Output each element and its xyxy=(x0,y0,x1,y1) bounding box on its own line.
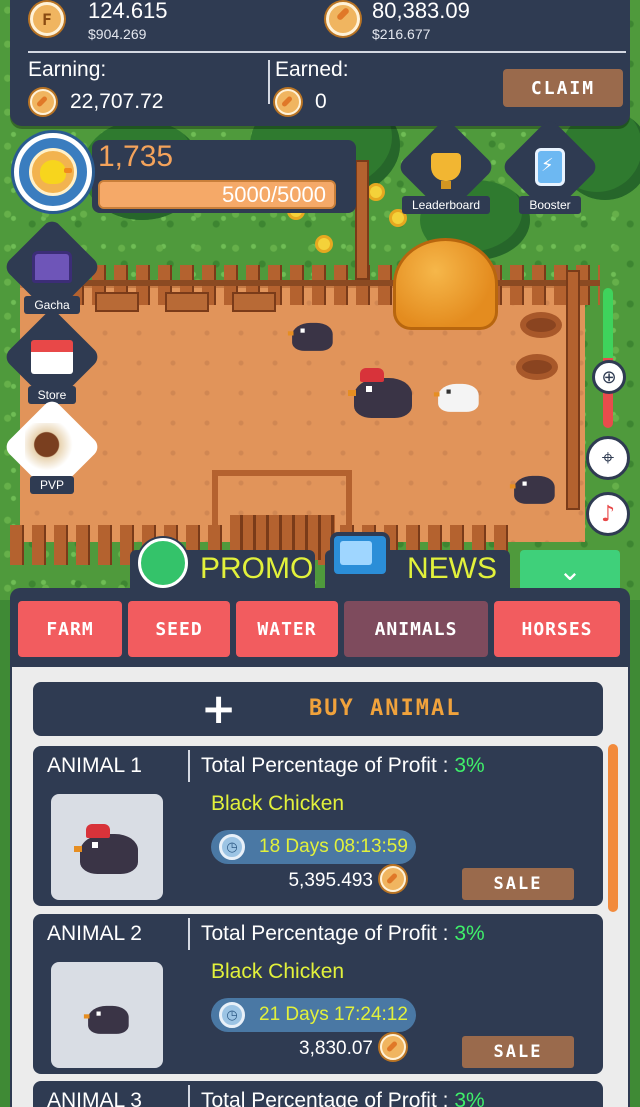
flower xyxy=(318,238,330,250)
animal-card: ANIMAL 3 Total Percentage of Profit : 3% xyxy=(33,1081,603,1107)
profit-percentage: Total Percentage of Profit : 3% xyxy=(201,922,485,945)
zoom-slider[interactable] xyxy=(603,288,613,428)
flower xyxy=(370,186,382,198)
carrot-coin-icon xyxy=(326,2,360,36)
earning-value: 22,707.72 xyxy=(70,90,164,113)
leaderboard-label: Leaderboard xyxy=(401,196,491,214)
zoom-icon[interactable]: ⊕ xyxy=(592,360,626,394)
tire xyxy=(516,354,558,380)
carrot-usd-value: $216.677 xyxy=(372,26,431,42)
booster-potion-icon xyxy=(535,148,565,186)
earning-label: Earning: xyxy=(28,58,107,81)
promo-label: PROMO xyxy=(200,552,314,585)
fence-rail xyxy=(70,280,600,286)
haystack xyxy=(393,238,498,330)
growth-timer: ◷ 18 Days 08:13:59 xyxy=(211,830,416,864)
growth-timer: ◷ 21 Days 17:24:12 xyxy=(211,998,416,1032)
tab-animals[interactable]: ANIMALS xyxy=(344,601,488,657)
black-chicken-icon xyxy=(74,820,140,874)
animal-card: ANIMAL 1 Total Percentage of Profit : 3%… xyxy=(33,746,603,906)
divider xyxy=(188,1085,190,1107)
leaderboard-button[interactable]: Leaderboard xyxy=(396,117,496,217)
black-chick-sprite[interactable] xyxy=(278,305,344,359)
profit-percentage: Total Percentage of Profit : 3% xyxy=(201,754,485,777)
animal-image xyxy=(51,794,163,900)
buy-animal-label: BUY ANIMAL xyxy=(309,696,462,721)
collapse-panel-button[interactable]: ⌄ xyxy=(520,550,620,590)
animal-title: ANIMAL 2 xyxy=(47,922,142,945)
pvp-button[interactable]: PVP xyxy=(2,397,102,497)
black-chick-icon xyxy=(83,996,130,1034)
plus-icon: + xyxy=(201,684,239,733)
animal-title: ANIMAL 1 xyxy=(47,754,142,777)
animal-price: 5,395.493 xyxy=(288,870,373,891)
news-label: NEWS xyxy=(407,552,497,585)
earned-value: 0 xyxy=(315,90,327,113)
booster-label: Booster xyxy=(519,196,581,214)
black-chick-sprite[interactable] xyxy=(500,458,566,512)
currency-panel: F 124.615 $904.269 80,383.09 $216.677 Ea… xyxy=(10,0,630,126)
sale-button[interactable]: SALE xyxy=(462,868,574,900)
animal-card: ANIMAL 2 Total Percentage of Profit : 3%… xyxy=(33,914,603,1074)
treasure-chest-icon xyxy=(32,251,72,283)
carrot-coin-icon xyxy=(380,1034,406,1060)
tab-seed[interactable]: SEED xyxy=(128,601,230,657)
divider xyxy=(268,60,270,104)
shop-icon xyxy=(31,340,73,374)
claim-button[interactable]: CLAIM xyxy=(503,69,623,107)
alarm-clock-icon: ◷ xyxy=(219,1002,245,1028)
sale-button[interactable]: SALE xyxy=(462,1036,574,1068)
duck-icon xyxy=(29,148,77,196)
player-avatar[interactable] xyxy=(14,133,92,211)
animal-price: 3,830.07 xyxy=(299,1038,373,1059)
flower xyxy=(392,212,404,224)
tab-farm[interactable]: FARM xyxy=(18,601,122,657)
signboard xyxy=(95,292,139,312)
profit-percentage: Total Percentage of Profit : 3% xyxy=(201,1089,485,1107)
animal-name: Black Chicken xyxy=(211,792,345,815)
store-button[interactable]: Store xyxy=(2,307,102,407)
carrot-coin-icon xyxy=(30,89,56,115)
white-chick-sprite[interactable] xyxy=(424,366,490,420)
token-balance: 124.615 xyxy=(88,0,168,23)
music-note-icon[interactable]: ♪ xyxy=(586,492,630,536)
xp-text: 5000/5000 xyxy=(222,182,326,207)
black-chicken-sprite[interactable] xyxy=(348,364,414,418)
player-level: 1,735 xyxy=(98,140,174,173)
trophy-icon xyxy=(431,153,461,181)
xp-progress-bar: 5000/5000 xyxy=(98,180,336,209)
fence-post xyxy=(355,160,369,280)
animal-image xyxy=(51,962,163,1068)
animal-title: ANIMAL 3 xyxy=(47,1089,142,1107)
pvp-label: PVP xyxy=(29,476,74,494)
tire xyxy=(520,312,562,338)
token-coin-icon: F xyxy=(30,2,64,36)
earned-label: Earned: xyxy=(275,58,349,81)
fence-post xyxy=(566,270,580,510)
tab-water[interactable]: WATER xyxy=(236,601,338,657)
divider xyxy=(188,750,190,782)
signboard xyxy=(165,292,209,312)
buy-animal-button[interactable]: + BUY ANIMAL xyxy=(33,682,603,736)
animal-name: Black Chicken xyxy=(211,960,345,983)
token-usd-value: $904.269 xyxy=(88,26,147,42)
tab-horses[interactable]: HORSES xyxy=(494,601,620,657)
divider xyxy=(28,51,626,53)
booster-button[interactable]: Booster xyxy=(500,117,600,217)
crosshair-icon[interactable]: ⌖ xyxy=(586,436,630,480)
tv-icon xyxy=(330,532,390,578)
alarm-clock-icon: ◷ xyxy=(219,834,245,860)
promo-horse-icon xyxy=(138,538,188,588)
chevron-down-icon: ⌄ xyxy=(558,553,582,587)
carrot-balance: 80,383.09 xyxy=(372,0,470,23)
carrot-coin-icon xyxy=(380,866,406,892)
category-tabs: FARM SEED WATER ANIMALS HORSES xyxy=(18,601,620,657)
list-scrollbar[interactable] xyxy=(608,744,618,912)
carrot-coin-icon xyxy=(275,89,301,115)
gacha-button[interactable]: Gacha xyxy=(2,217,102,317)
divider xyxy=(188,918,190,950)
racehorse-icon xyxy=(25,423,79,471)
signboard xyxy=(232,292,276,312)
